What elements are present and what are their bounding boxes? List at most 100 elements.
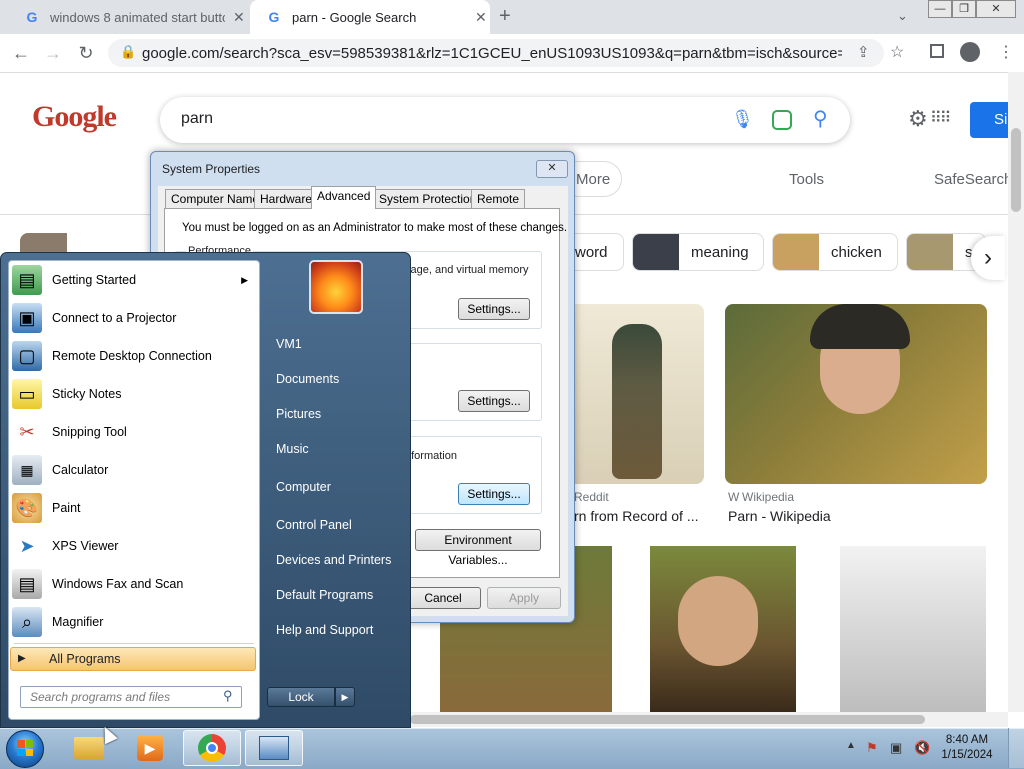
program-connect-projector[interactable]: ▣ Connect to a Projector [10, 299, 256, 337]
settings-gear-icon[interactable]: ⚙ [908, 106, 928, 132]
apply-button[interactable]: Apply [487, 587, 561, 609]
environment-variables-button[interactable]: Environment Variables... [415, 529, 541, 567]
tab-hardware[interactable]: Hardware [254, 189, 319, 208]
lock-icon[interactable]: 🔒 [120, 44, 136, 60]
menu-kebab-icon[interactable]: ⋮ [998, 42, 1014, 62]
portrait-hair-image [810, 304, 910, 349]
volume-muted-icon[interactable]: 🔇 [914, 740, 930, 756]
chevron-right-icon[interactable]: › [971, 236, 1005, 280]
right-link-pictures[interactable]: Pictures [276, 407, 321, 421]
tools-tab[interactable]: Tools [789, 171, 824, 188]
media-player-icon: ▶ [137, 735, 163, 761]
program-remote-desktop[interactable]: ▢ Remote Desktop Connection [10, 337, 256, 375]
search-icon[interactable]: ⚲ [813, 106, 828, 131]
horizontal-scroll-thumb[interactable] [410, 715, 925, 724]
program-paint[interactable]: 🎨 Paint [10, 489, 256, 527]
taskbar-system-properties-button[interactable] [245, 730, 303, 766]
xps-viewer-icon: ➤ [19, 535, 35, 556]
close-tab-icon[interactable]: ✕ [475, 9, 487, 26]
divider [14, 643, 254, 644]
right-link-devices-printers[interactable]: Devices and Printers [276, 553, 391, 567]
result-title[interactable]: Parn - Wikipedia [728, 508, 831, 524]
taskbar-clock[interactable]: 8:40 AM 1/15/2024 [936, 733, 998, 763]
new-tab-icon[interactable]: + [499, 5, 511, 28]
side-panel-icon[interactable] [930, 44, 944, 58]
result-source[interactable]: Reddit [574, 490, 609, 504]
image-result-5[interactable] [840, 546, 986, 712]
program-getting-started[interactable]: ▤ Getting Started ▶ [10, 261, 256, 299]
voice-search-icon[interactable]: 🎙 [731, 109, 754, 130]
program-magnifier[interactable]: ⌕ Magnifier [10, 603, 256, 641]
search-icon[interactable]: ⚲ [223, 688, 233, 704]
safesearch-tab[interactable]: SafeSearch [934, 171, 1012, 188]
google-doodle-logo[interactable]: Google [32, 100, 117, 134]
right-link-music[interactable]: Music [276, 442, 309, 456]
chip-meaning[interactable]: meaning [632, 233, 764, 271]
back-icon[interactable]: ← [10, 42, 32, 64]
tab-advanced[interactable]: Advanced [311, 186, 377, 209]
image-result-4[interactable] [650, 546, 796, 712]
program-xps-viewer[interactable]: ➤ XPS Viewer [10, 527, 256, 565]
google-favicon-icon: G [26, 9, 38, 25]
chip-thumbnail [633, 234, 679, 270]
user-account-picture[interactable] [309, 260, 363, 314]
start-orb-button[interactable] [6, 730, 44, 768]
program-snipping-tool[interactable]: ✂ Snipping Tool [10, 413, 256, 451]
taskbar-chrome-button[interactable] [183, 730, 241, 766]
show-desktop-button[interactable] [1008, 728, 1024, 768]
share-icon[interactable]: ⇪ [857, 43, 870, 61]
tab-system-protection[interactable]: System Protection [373, 189, 483, 208]
getting-started-icon: ▤ [12, 265, 42, 295]
show-hidden-icons-icon[interactable]: ▲ [846, 740, 856, 751]
tab-windows8-start[interactable]: G windows 8 animated start button ✕ [8, 0, 248, 34]
performance-settings-button[interactable]: Settings... [458, 298, 530, 320]
startup-settings-button[interactable]: Settings... [458, 483, 530, 505]
program-sticky-notes[interactable]: ▭ Sticky Notes [10, 375, 256, 413]
magnifier-icon: ⌕ [12, 607, 42, 637]
all-programs-button[interactable]: All Programs [10, 647, 256, 671]
tab-remote[interactable]: Remote [471, 189, 526, 208]
profile-avatar[interactable] [960, 42, 980, 62]
tab-search-icon[interactable]: ⌄ [897, 8, 908, 24]
cancel-button[interactable]: Cancel [405, 587, 481, 609]
reload-icon[interactable]: ↻ [75, 42, 97, 64]
chip-chicken[interactable]: chicken [772, 233, 898, 271]
close-tab-icon[interactable]: ✕ [233, 9, 245, 26]
right-link-computer[interactable]: Computer [276, 480, 331, 494]
program-fax-scan[interactable]: ▤ Windows Fax and Scan [10, 565, 256, 603]
more-tab[interactable]: More [576, 171, 610, 188]
url-text[interactable]: google.com/search?sca_esv=598539381&rlz=… [142, 45, 842, 62]
user-profiles-settings-button[interactable]: Settings... [458, 390, 530, 412]
restore-icon[interactable]: ❐ [952, 0, 976, 18]
image-result-wikipedia[interactable] [725, 304, 987, 484]
action-center-icon[interactable]: ⚑ [866, 740, 878, 756]
chrome-icon-center [206, 742, 218, 754]
result-title[interactable]: rn from Record of ... [574, 508, 698, 524]
minimize-icon[interactable]: — [928, 0, 952, 18]
image-result-reddit[interactable] [560, 304, 704, 484]
program-calculator[interactable]: ▦ Calculator [10, 451, 256, 489]
tab-computer-name[interactable]: Computer Name [165, 189, 266, 208]
forward-icon[interactable]: → [42, 42, 64, 64]
right-link-default-programs[interactable]: Default Programs [276, 588, 373, 602]
network-icon[interactable]: ▣ [890, 740, 902, 756]
right-link-vm1[interactable]: VM1 [276, 337, 302, 351]
clock-date: 1/15/2024 [941, 749, 993, 761]
lock-button[interactable]: Lock [267, 687, 335, 707]
close-window-icon[interactable]: ✕ [976, 0, 1016, 18]
right-link-help-support[interactable]: Help and Support [276, 623, 373, 637]
search-input[interactable]: parn [181, 110, 213, 128]
dialog-close-button[interactable]: ✕ [536, 160, 568, 178]
right-link-documents[interactable]: Documents [276, 372, 339, 386]
vertical-scroll-thumb[interactable] [1011, 128, 1021, 212]
apps-grid-icon[interactable]: ⠿⠿ [930, 108, 951, 128]
bookmark-star-icon[interactable]: ☆ [890, 42, 904, 62]
right-link-control-panel[interactable]: Control Panel [276, 518, 352, 532]
lens-search-icon[interactable] [772, 110, 792, 130]
taskbar-media-player-button[interactable]: ▶ [121, 730, 179, 766]
result-source[interactable]: Wikipedia [742, 490, 794, 504]
tab-parn-search[interactable]: G parn - Google Search ✕ [250, 0, 490, 34]
anime-figure-image [612, 324, 662, 479]
program-label: Connect to a Projector [52, 311, 177, 325]
shutdown-options-arrow-icon[interactable]: ▶ [335, 687, 355, 707]
